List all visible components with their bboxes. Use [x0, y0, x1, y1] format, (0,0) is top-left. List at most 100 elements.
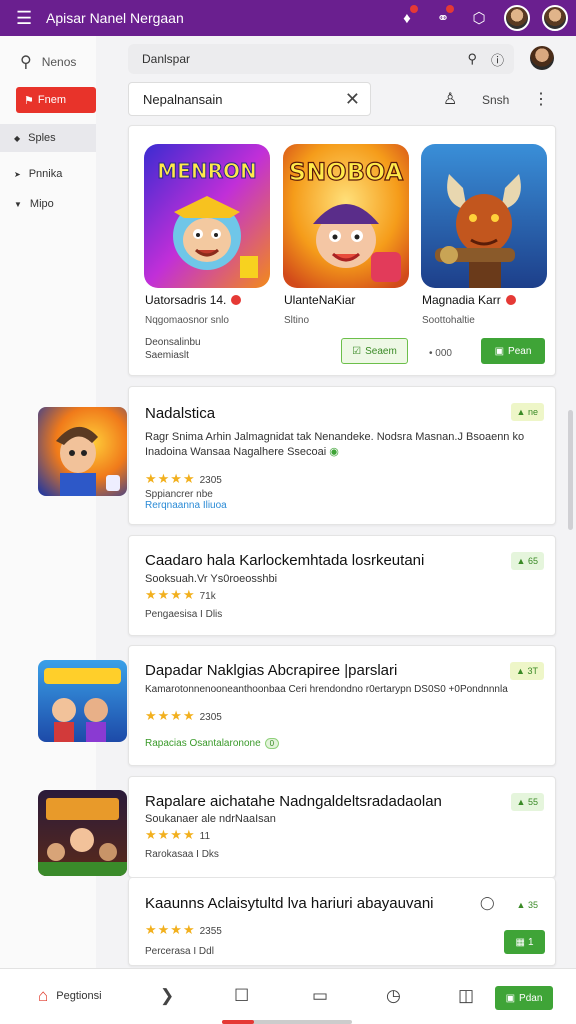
app-title[interactable]: Kaaunns Aclaisytultd lva hariuri abayauv… [145, 895, 434, 912]
app-title[interactable]: Rapalare aichatahe Nadngaldeltsradadaola… [145, 793, 442, 810]
rating-count: 71k [199, 591, 216, 602]
bullet-icon: ◆ [14, 133, 21, 143]
sidebar-item-mipo[interactable]: ▼ Mipo [0, 190, 96, 218]
app-meta: Rarokasaa I Dks [145, 849, 219, 860]
bottom-action-label: Pdan [519, 992, 543, 1004]
open-button[interactable]: ▦ 1 [504, 930, 545, 954]
trending-badge: ▲ 65 [510, 552, 544, 570]
nav-home[interactable]: ⌂ Pegtionsi [38, 986, 102, 1006]
info-icon[interactable]: ⓘ [491, 50, 504, 69]
app-artwork[interactable] [421, 144, 547, 288]
badge-icon [505, 295, 516, 305]
person-icon[interactable]: ♙ [443, 89, 457, 109]
rating-stars: ★★★★ 2355 [145, 922, 222, 938]
artwork-logo-text: SNOBOA [289, 158, 404, 186]
cart-icon[interactable]: ◫ [458, 986, 474, 1006]
rating-count: 2355 [199, 926, 222, 937]
app-thumbnail[interactable] [38, 790, 127, 876]
app-name[interactable]: Uatorsadris 14. [145, 293, 242, 307]
bottom-navigation: ⌂ Pegtionsi ❯ ☐ ▭ ◷ ◫ ▣ Pdan [0, 968, 576, 1024]
app-meta: Pengaesisa I Dlis [145, 609, 223, 620]
get-button[interactable]: ▣ Pean [481, 338, 545, 364]
app-thumbnail[interactable] [38, 407, 127, 496]
clock-icon[interactable]: ◷ [386, 986, 401, 1006]
grid-icon: ▦ [515, 936, 525, 948]
avatar[interactable] [542, 5, 568, 31]
download-icon: ▣ [505, 992, 516, 1004]
rating-count: 2305 [199, 712, 222, 723]
developer-link[interactable]: Rerqnaanna Iliuoa [145, 500, 227, 511]
app-list-item[interactable]: Caadaro hala Karlockemhtada losrkeutani … [128, 535, 556, 636]
bottom-action-button[interactable]: ▣ Pdan [495, 986, 553, 1010]
app-artwork[interactable]: MENRON [144, 144, 270, 288]
bell-icon[interactable]: ♦ [394, 5, 420, 31]
sidebar-primary-button[interactable]: ⚑ Fnem [16, 87, 96, 113]
app-title[interactable]: Nadalstica [145, 405, 215, 422]
tablet-icon[interactable]: ▭ [312, 986, 328, 1006]
search-input[interactable]: Danlspar [142, 52, 453, 66]
install-button-label: Seaem [365, 345, 397, 357]
sidebar-item-sples[interactable]: ◆ Sples [0, 124, 96, 152]
app-title[interactable]: Dapadar Naklgias Abcrapiree |parslari [145, 662, 397, 679]
chevron-right-icon[interactable]: ❯ [160, 986, 174, 1006]
badge-icon [231, 295, 242, 305]
app-subtitle: Sltino [284, 315, 310, 326]
thumbs-up-icon: ▲ [516, 900, 526, 910]
developer-link[interactable]: Rapacias Osantalaronone 0 [145, 738, 280, 749]
app-list-item[interactable]: Nadalstica Ragr Snima Arhin Jalmagnidat … [128, 386, 556, 525]
filter-chip-input[interactable]: Nepalnansain ✕ [128, 82, 371, 116]
shield-icon[interactable]: ⬡ [466, 5, 492, 31]
scrollbar[interactable] [568, 410, 573, 530]
search-icon: ⚲ [20, 54, 32, 71]
star-icon: ★★★★ [145, 922, 196, 937]
app-thumbnail-graphic [38, 660, 127, 742]
sidebar-item-pnnika[interactable]: ➤ Pnnika [0, 160, 96, 188]
app-meta: Deonsalinbu Saemiaslt [145, 337, 201, 361]
rating-stars: ★★★★ 2305 [145, 708, 222, 724]
filter-text: Nepalnansain [143, 91, 223, 107]
caret-down-icon: ▼ [14, 199, 22, 209]
search-icon[interactable]: ⚲ [467, 51, 477, 67]
app-artwork[interactable]: SNOBOA [283, 144, 409, 288]
star-icon: ★★★★ [145, 827, 196, 842]
app-list-item[interactable]: Kaaunns Aclaisytultd lva hariuri abayauv… [128, 878, 556, 966]
app-list-item[interactable]: Rapalare aichatahe Nadngaldeltsradadaola… [128, 776, 556, 878]
sidebar-primary-button-label: Fnem [37, 94, 66, 106]
close-icon[interactable]: ✕ [345, 89, 360, 110]
sidebar-search[interactable]: ⚲ Nenos [20, 52, 76, 72]
square-icon[interactable]: ☐ [234, 986, 249, 1006]
app-description: Ragr Snima Arhin Jalmagnidat tak Nenande… [145, 431, 525, 458]
avatar[interactable] [504, 5, 530, 31]
more-vert-icon[interactable]: ⋮ [533, 89, 549, 109]
app-thumbnail[interactable] [38, 660, 127, 742]
rating-stars: ★★★★ 71k [145, 587, 216, 603]
app-title[interactable]: Caadaro hala Karlockemhtada losrkeutani [145, 552, 424, 569]
search-bar[interactable]: Danlspar ⚲ ⓘ [128, 44, 514, 74]
menu-icon[interactable]: ☰ [16, 9, 34, 27]
install-button[interactable]: ☑ Seaem [341, 338, 408, 364]
rating-count: 11 [199, 831, 211, 842]
app-list-item[interactable]: Dapadar Naklgias Abcrapiree |parslari Ka… [128, 645, 556, 766]
chat-bubble-icon[interactable]: ◯ [480, 895, 495, 911]
status-pill: 0 [264, 738, 280, 749]
sidebar-item-label: Pnnika [28, 168, 63, 180]
trending-badge: ▲ 35 [516, 900, 538, 910]
app-thumbnail-graphic [38, 407, 127, 496]
chat-icon[interactable]: ⚭ [430, 5, 456, 31]
checkbox-icon: ☑ [352, 345, 362, 357]
avatar[interactable] [530, 46, 554, 70]
star-icon: ★★★★ [145, 471, 196, 486]
sidebar-item-label: Sples [28, 132, 56, 144]
app-meta: Sppiancrer nbe [145, 489, 213, 500]
download-icon: ▣ [494, 345, 505, 357]
notification-dot [446, 5, 454, 13]
open-button-label: 1 [527, 936, 534, 948]
thumbs-up-icon: ▲ [516, 797, 526, 807]
app-name[interactable]: UlanteNaKiar [284, 293, 355, 307]
app-description: Kamarotonnenooneanthoonbaa Ceri hrendond… [145, 684, 508, 695]
arrow-icon: ➤ [14, 169, 21, 179]
thumbs-up-icon: ▲ [516, 666, 525, 676]
share-label[interactable]: Snsh [482, 93, 509, 107]
artwork-logo-text: MENRON [157, 159, 256, 183]
app-name[interactable]: Magnadia Karr [422, 293, 516, 307]
